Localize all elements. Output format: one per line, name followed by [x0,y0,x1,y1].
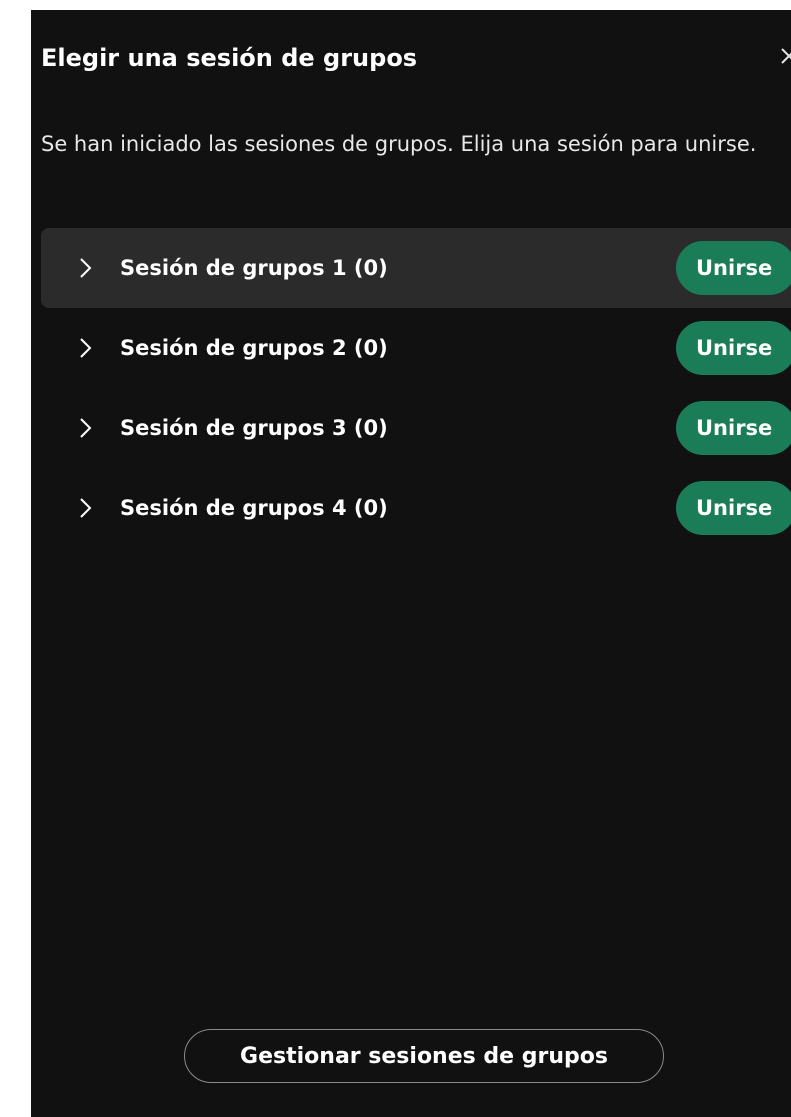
session-label: Sesión de grupos 1 (0) [120,256,388,280]
chevron-right-icon[interactable] [77,416,95,440]
chevron-right-icon[interactable] [77,496,95,520]
chevron-right-icon[interactable] [77,256,95,280]
session-row-3[interactable]: Sesión de grupos 3 (0) Unirse [41,388,791,468]
chevron-right-icon[interactable] [77,336,95,360]
close-icon[interactable] [779,41,791,71]
session-list: Sesión de grupos 1 (0) Unirse Sesión de … [41,228,791,548]
join-session-3-button[interactable]: Unirse [676,401,791,455]
dialog-title: Elegir una sesión de grupos [41,44,418,72]
session-row-2[interactable]: Sesión de grupos 2 (0) Unirse [41,308,791,388]
join-session-4-button[interactable]: Unirse [676,481,791,535]
dialog-description: Se han iniciado las sesiones de grupos. … [41,132,757,156]
session-label: Sesión de grupos 2 (0) [120,336,388,360]
join-session-1-button[interactable]: Unirse [676,241,791,295]
session-row-1[interactable]: Sesión de grupos 1 (0) Unirse [41,228,791,308]
session-row-4[interactable]: Sesión de grupos 4 (0) Unirse [41,468,791,548]
manage-breakout-sessions-button[interactable]: Gestionar sesiones de grupos [184,1029,664,1083]
join-session-2-button[interactable]: Unirse [676,321,791,375]
session-label: Sesión de grupos 3 (0) [120,416,388,440]
session-label: Sesión de grupos 4 (0) [120,496,388,520]
breakout-dialog: Elegir una sesión de grupos Se han inici… [31,10,791,1117]
